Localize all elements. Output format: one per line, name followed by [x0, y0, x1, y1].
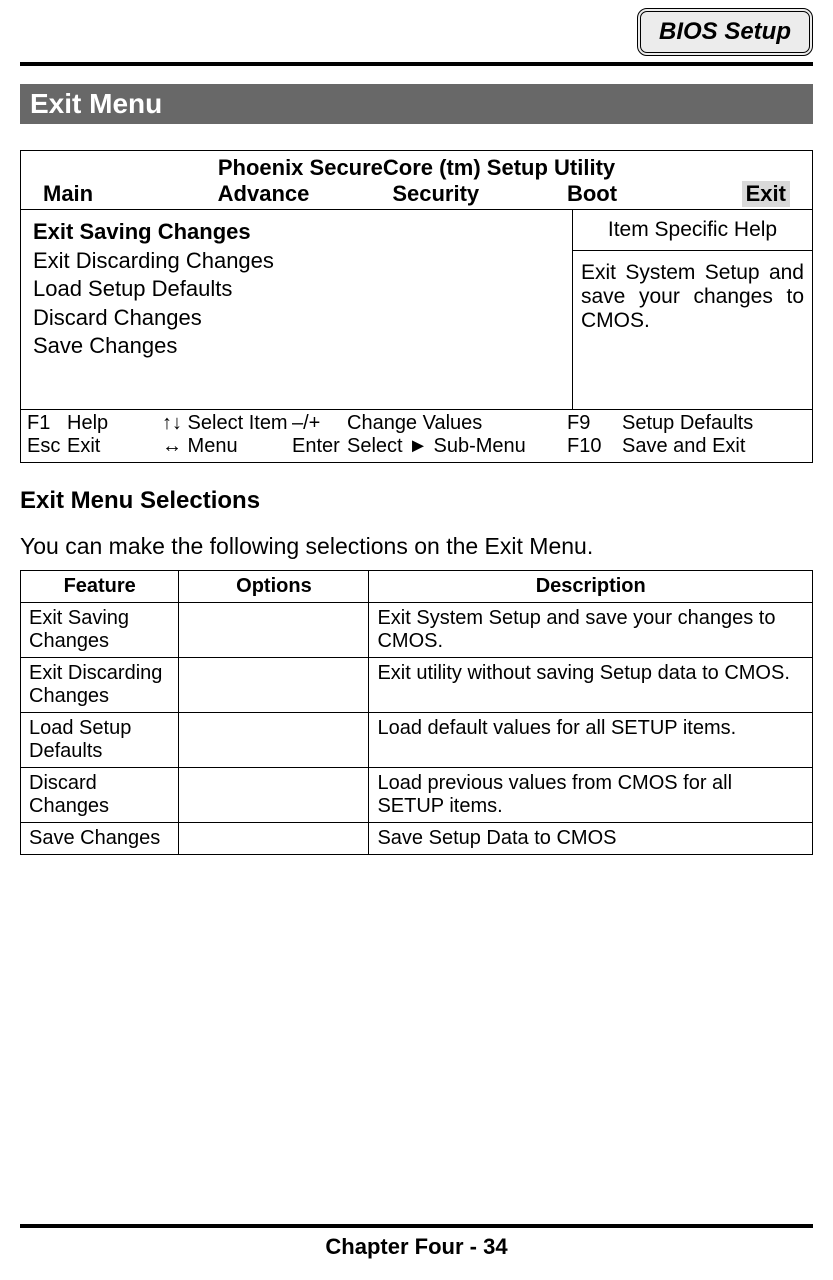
selections-heading: Exit Menu Selections: [20, 487, 813, 515]
cell-feature: Load Setup Defaults: [21, 713, 179, 768]
header-chip: BIOS Setup: [637, 8, 813, 56]
menu-item-discard-changes[interactable]: Discard Changes: [33, 304, 560, 333]
cell-options: [179, 768, 369, 823]
table-row: Discard Changes Load previous values fro…: [21, 768, 813, 823]
bios-footer: F1 Help ↑↓ Select Item –/+ Change Values…: [21, 410, 812, 462]
footer-key-esc: Esc: [25, 435, 67, 458]
footer-key-f9: F9: [567, 412, 622, 435]
col-feature: Feature: [21, 571, 179, 603]
bios-tabs: Main Advance Security Boot Exit: [21, 181, 812, 210]
footer-label-save-exit: Save and Exit: [622, 435, 745, 458]
bios-utility-title: Phoenix SecureCore (tm) Setup Utility: [21, 151, 812, 181]
table-row: Save Changes Save Setup Data to CMOS: [21, 823, 813, 855]
footer-key-f10: F10: [567, 435, 622, 458]
footer-rule: [20, 1224, 813, 1228]
footer-label-exit: Exit: [67, 435, 162, 458]
menu-item-exit-discarding[interactable]: Exit Discarding Changes: [33, 247, 560, 276]
footer-change-values: Change Values: [347, 412, 567, 435]
help-header: Item Specific Help: [573, 210, 812, 251]
cell-desc: Save Setup Data to CMOS: [369, 823, 813, 855]
footer-menu-lr: ↔ Menu: [162, 435, 292, 458]
footer-label-help: Help: [67, 412, 162, 435]
bios-menu-list: Exit Saving Changes Exit Discarding Chan…: [21, 210, 572, 409]
tab-security[interactable]: Security: [392, 181, 567, 207]
table-header-row: Feature Options Description: [21, 571, 813, 603]
page-footer: Chapter Four - 34: [20, 1234, 813, 1260]
cell-desc: Load default values for all SETUP items.: [369, 713, 813, 768]
footer-select-item: ↑↓ Select Item: [162, 412, 292, 435]
cell-desc: Load previous values from CMOS for all S…: [369, 768, 813, 823]
cell-desc: Exit utility without saving Setup data t…: [369, 658, 813, 713]
footer-select-submenu: Select ► Sub-Menu: [347, 435, 567, 458]
tab-boot[interactable]: Boot: [567, 181, 742, 207]
cell-options: [179, 713, 369, 768]
table-row: Load Setup Defaults Load default values …: [21, 713, 813, 768]
footer-key-f1: F1: [25, 412, 67, 435]
cell-feature: Discard Changes: [21, 768, 179, 823]
cell-options: [179, 658, 369, 713]
cell-feature: Exit Discarding Changes: [21, 658, 179, 713]
footer-label-setup-defaults: Setup Defaults: [622, 412, 753, 435]
cell-options: [179, 823, 369, 855]
menu-item-exit-saving[interactable]: Exit Saving Changes: [33, 218, 560, 247]
tab-advance[interactable]: Advance: [218, 181, 393, 207]
bios-utility-box: Phoenix SecureCore (tm) Setup Utility Ma…: [20, 150, 813, 463]
cell-feature: Exit Saving Changes: [21, 603, 179, 658]
tab-main[interactable]: Main: [43, 181, 218, 207]
selections-table: Feature Options Description Exit Saving …: [20, 570, 813, 855]
section-title: Exit Menu: [20, 84, 813, 124]
footer-plus-minus: –/+: [292, 412, 347, 435]
menu-item-load-defaults[interactable]: Load Setup Defaults: [33, 275, 560, 304]
cell-desc: Exit System Setup and save your changes …: [369, 603, 813, 658]
selections-intro: You can make the following selections on…: [20, 533, 813, 560]
header-rule: [20, 62, 813, 66]
footer-enter: Enter: [292, 435, 347, 458]
table-row: Exit Discarding Changes Exit utility wit…: [21, 658, 813, 713]
menu-item-save-changes[interactable]: Save Changes: [33, 332, 560, 361]
cell-feature: Save Changes: [21, 823, 179, 855]
cell-options: [179, 603, 369, 658]
col-options: Options: [179, 571, 369, 603]
help-body: Exit System Setup and save your changes …: [573, 251, 812, 409]
col-description: Description: [369, 571, 813, 603]
tab-exit[interactable]: Exit: [742, 181, 790, 207]
table-row: Exit Saving Changes Exit System Setup an…: [21, 603, 813, 658]
